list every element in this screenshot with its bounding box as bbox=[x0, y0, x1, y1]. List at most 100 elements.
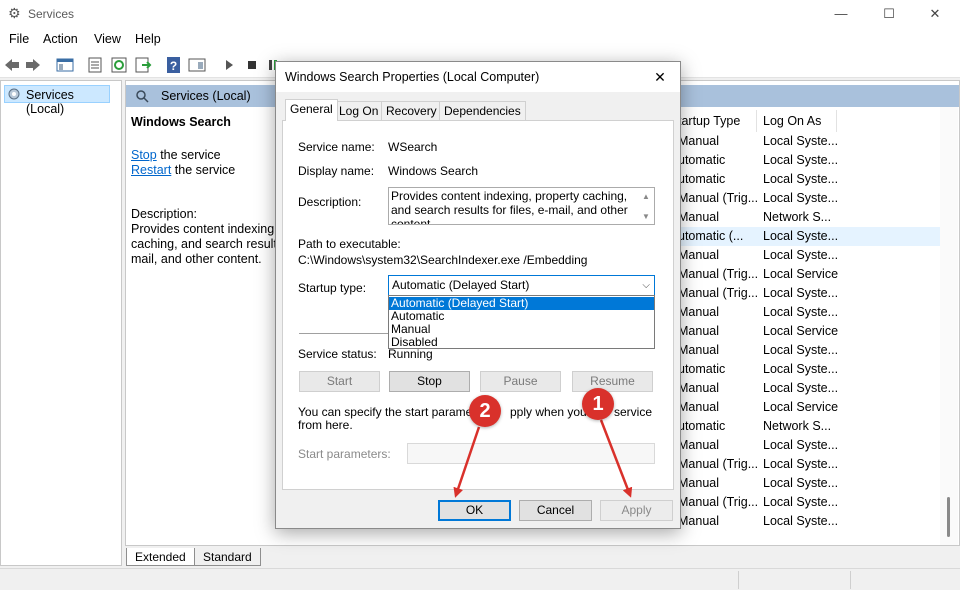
console-tree-icon[interactable] bbox=[56, 56, 74, 74]
tab-recovery[interactable]: Recovery bbox=[381, 101, 442, 121]
cell-startup-type: utomatic (... bbox=[678, 229, 744, 243]
menu-view[interactable]: View bbox=[94, 32, 121, 46]
help-icon[interactable]: ? bbox=[165, 56, 183, 74]
dialog-title-bar: Windows Search Properties (Local Compute… bbox=[276, 62, 680, 92]
table-row[interactable]: Manual Local Service bbox=[676, 398, 941, 417]
display-name-label: Display name: bbox=[298, 164, 375, 178]
params-hint-part3: service bbox=[614, 405, 653, 419]
dialog-close-icon[interactable]: ✕ bbox=[648, 67, 672, 87]
cell-log-on-as: Local Syste... bbox=[763, 153, 839, 167]
restart-link-suffix: the service bbox=[171, 163, 236, 177]
menu-help[interactable]: Help bbox=[135, 32, 161, 46]
cell-startup-type: Manual (Trig... bbox=[678, 495, 759, 509]
cell-log-on-as: Local Service bbox=[763, 267, 839, 281]
stop-link[interactable]: Stop bbox=[131, 148, 157, 162]
window-title: Services bbox=[28, 7, 75, 21]
maximize-icon[interactable]: ☐ bbox=[866, 0, 912, 28]
cell-log-on-as: Local Syste... bbox=[763, 248, 839, 262]
cell-startup-type: Manual bbox=[678, 248, 719, 262]
tab-general[interactable]: General bbox=[285, 99, 338, 121]
scroll-up-icon[interactable]: ▲ bbox=[640, 190, 652, 202]
step-badge-2: 2 bbox=[469, 395, 501, 427]
table-row[interactable]: Manual (Trig... Local Syste... bbox=[676, 493, 941, 512]
cell-log-on-as: Local Syste... bbox=[763, 495, 839, 509]
table-row[interactable]: Manual Local Syste... bbox=[676, 512, 941, 531]
table-row[interactable]: Manual (Trig... Local Syste... bbox=[676, 189, 941, 208]
table-row[interactable]: Manual (Trig... Local Syste... bbox=[676, 284, 941, 303]
table-row[interactable]: utomatic Local Syste... bbox=[676, 360, 941, 379]
dialog-title: Windows Search Properties (Local Compute… bbox=[285, 70, 540, 84]
table-row[interactable]: Manual Local Syste... bbox=[676, 341, 941, 360]
table-row[interactable]: utomatic Local Syste... bbox=[676, 151, 941, 170]
description-text: Provides content indexing, property cach… bbox=[391, 189, 628, 225]
option-disabled[interactable]: Disabled bbox=[389, 336, 654, 349]
menu-file[interactable]: File bbox=[9, 32, 29, 46]
restart-link[interactable]: Restart bbox=[131, 163, 171, 177]
refresh-icon[interactable] bbox=[110, 56, 128, 74]
cell-startup-type: Manual bbox=[678, 305, 719, 319]
general-tab-panel: Service name: WSearch Display name: Wind… bbox=[282, 120, 674, 490]
apply-button[interactable]: Apply bbox=[600, 500, 673, 521]
table-row[interactable]: utomatic Network S... bbox=[676, 417, 941, 436]
cell-startup-type: utomatic bbox=[678, 419, 726, 433]
table-row[interactable]: utomatic Local Syste... bbox=[676, 170, 941, 189]
cell-log-on-as: Local Syste... bbox=[763, 191, 839, 205]
start-button[interactable]: Start bbox=[299, 371, 380, 392]
table-row[interactable]: Manual Local Syste... bbox=[676, 303, 941, 322]
close-icon[interactable]: ✕ bbox=[912, 0, 958, 28]
column-separator[interactable] bbox=[836, 110, 837, 132]
resume-button[interactable]: Resume bbox=[572, 371, 653, 392]
cell-log-on-as: Local Syste... bbox=[763, 343, 839, 357]
console-tree: Services (Local) bbox=[0, 80, 122, 566]
description-textbox[interactable]: Provides content indexing, property cach… bbox=[388, 187, 655, 225]
column-separator[interactable] bbox=[756, 110, 757, 132]
column-header-log-on-as[interactable]: Log On As bbox=[763, 110, 821, 132]
ok-button[interactable]: OK bbox=[438, 500, 511, 521]
services-gear-icon bbox=[8, 88, 20, 100]
pause-button[interactable]: Pause bbox=[480, 371, 561, 392]
table-row[interactable]: Manual Local Syste... bbox=[676, 246, 941, 265]
table-row[interactable]: Manual (Trig... Local Service bbox=[676, 265, 941, 284]
properties-sheet-icon[interactable] bbox=[86, 56, 104, 74]
table-row[interactable]: Manual Local Syste... bbox=[676, 436, 941, 455]
forward-arrow-icon[interactable] bbox=[24, 56, 42, 74]
back-arrow-icon[interactable] bbox=[3, 56, 21, 74]
startup-type-select[interactable]: Automatic (Delayed Start) ⌵ bbox=[388, 275, 655, 296]
restart-service-link-line: Restart the service bbox=[131, 163, 235, 177]
minimize-icon[interactable]: — bbox=[818, 0, 864, 28]
content-header-title: Services (Local) bbox=[161, 89, 251, 103]
cancel-button[interactable]: Cancel bbox=[519, 500, 592, 521]
menu-action[interactable]: Action bbox=[43, 32, 78, 46]
selected-service-name: Windows Search bbox=[131, 115, 231, 129]
tab-log-on[interactable]: Log On bbox=[334, 101, 384, 121]
start-parameters-input[interactable] bbox=[407, 443, 655, 464]
table-row[interactable]: Manual Local Service bbox=[676, 322, 941, 341]
start-service-icon[interactable] bbox=[220, 56, 238, 74]
tree-item-services-local[interactable]: Services (Local) bbox=[4, 85, 110, 116]
tab-extended[interactable]: Extended bbox=[126, 548, 195, 566]
scrollbar-thumb[interactable] bbox=[947, 497, 950, 537]
scroll-down-icon[interactable]: ▼ bbox=[640, 210, 652, 222]
stop-button[interactable]: Stop bbox=[389, 371, 470, 392]
svg-text:?: ? bbox=[170, 59, 177, 73]
cell-log-on-as: Local Syste... bbox=[763, 286, 839, 300]
show-hide-pane-icon[interactable] bbox=[188, 56, 206, 74]
table-row[interactable]: Manual Local Syste... bbox=[676, 379, 941, 398]
stop-service-icon[interactable] bbox=[243, 56, 261, 74]
export-list-icon[interactable] bbox=[134, 56, 152, 74]
table-row[interactable]: Manual Network S... bbox=[676, 208, 941, 227]
tab-dependencies[interactable]: Dependencies bbox=[439, 101, 526, 121]
vertical-scrollbar[interactable] bbox=[940, 107, 958, 545]
table-row[interactable]: Manual Local Syste... bbox=[676, 474, 941, 493]
column-header-startup-type[interactable]: tartup Type bbox=[678, 110, 740, 132]
cell-log-on-as: Network S... bbox=[763, 419, 832, 433]
title-bar: ⚙ Services — ☐ ✕ bbox=[0, 0, 960, 28]
service-properties-dialog: Windows Search Properties (Local Compute… bbox=[275, 61, 681, 529]
table-row[interactable]: Manual (Trig... Local Syste... bbox=[676, 455, 941, 474]
startup-type-label: Startup type: bbox=[298, 281, 367, 295]
tab-standard[interactable]: Standard bbox=[194, 548, 261, 566]
chevron-down-icon[interactable]: ⌵ bbox=[642, 276, 650, 295]
table-row[interactable]: utomatic (... Local Syste... bbox=[676, 227, 941, 246]
table-row[interactable]: Manual Local Syste... bbox=[676, 132, 941, 151]
cell-startup-type: Manual (Trig... bbox=[678, 286, 759, 300]
